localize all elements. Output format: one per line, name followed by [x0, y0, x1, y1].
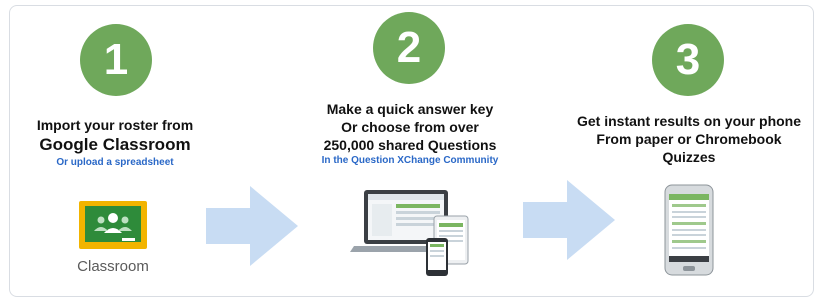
step-2-number: 2	[373, 12, 445, 84]
step-2-line1: Make a quick answer key	[326, 101, 494, 117]
devices-icon	[350, 186, 480, 278]
step-3-text: Get instant results on your phone From p…	[556, 112, 821, 166]
arrow-right-icon	[206, 186, 298, 266]
step-1-line1: Import your roster from	[36, 117, 194, 133]
step-2-line2: Or choose from over	[341, 119, 479, 135]
step-3-line2: From paper or Chromebook	[596, 131, 782, 147]
step-1-number: 1	[80, 24, 152, 96]
step-3-number: 3	[652, 24, 724, 96]
step-1-line2: Google Classroom	[39, 135, 191, 154]
step-2-text: Make a quick answer key Or choose from o…	[290, 100, 530, 168]
google-classroom-icon	[78, 200, 148, 250]
arrow-right-icon	[523, 180, 615, 260]
step-1-text: Import your roster from Google Classroom…	[10, 116, 220, 170]
smartphone-icon	[664, 184, 714, 276]
step-2-subtext: In the Question XChange Community	[321, 155, 499, 166]
step-1-subtext: Or upload a spreadsheet	[56, 157, 174, 168]
classroom-label: Classroom	[77, 258, 149, 275]
step-2-line3: 250,000 shared Questions	[323, 137, 497, 153]
step-3-line1: Get instant results on your phone	[576, 113, 802, 129]
step-3-line3: Quizzes	[662, 149, 716, 165]
